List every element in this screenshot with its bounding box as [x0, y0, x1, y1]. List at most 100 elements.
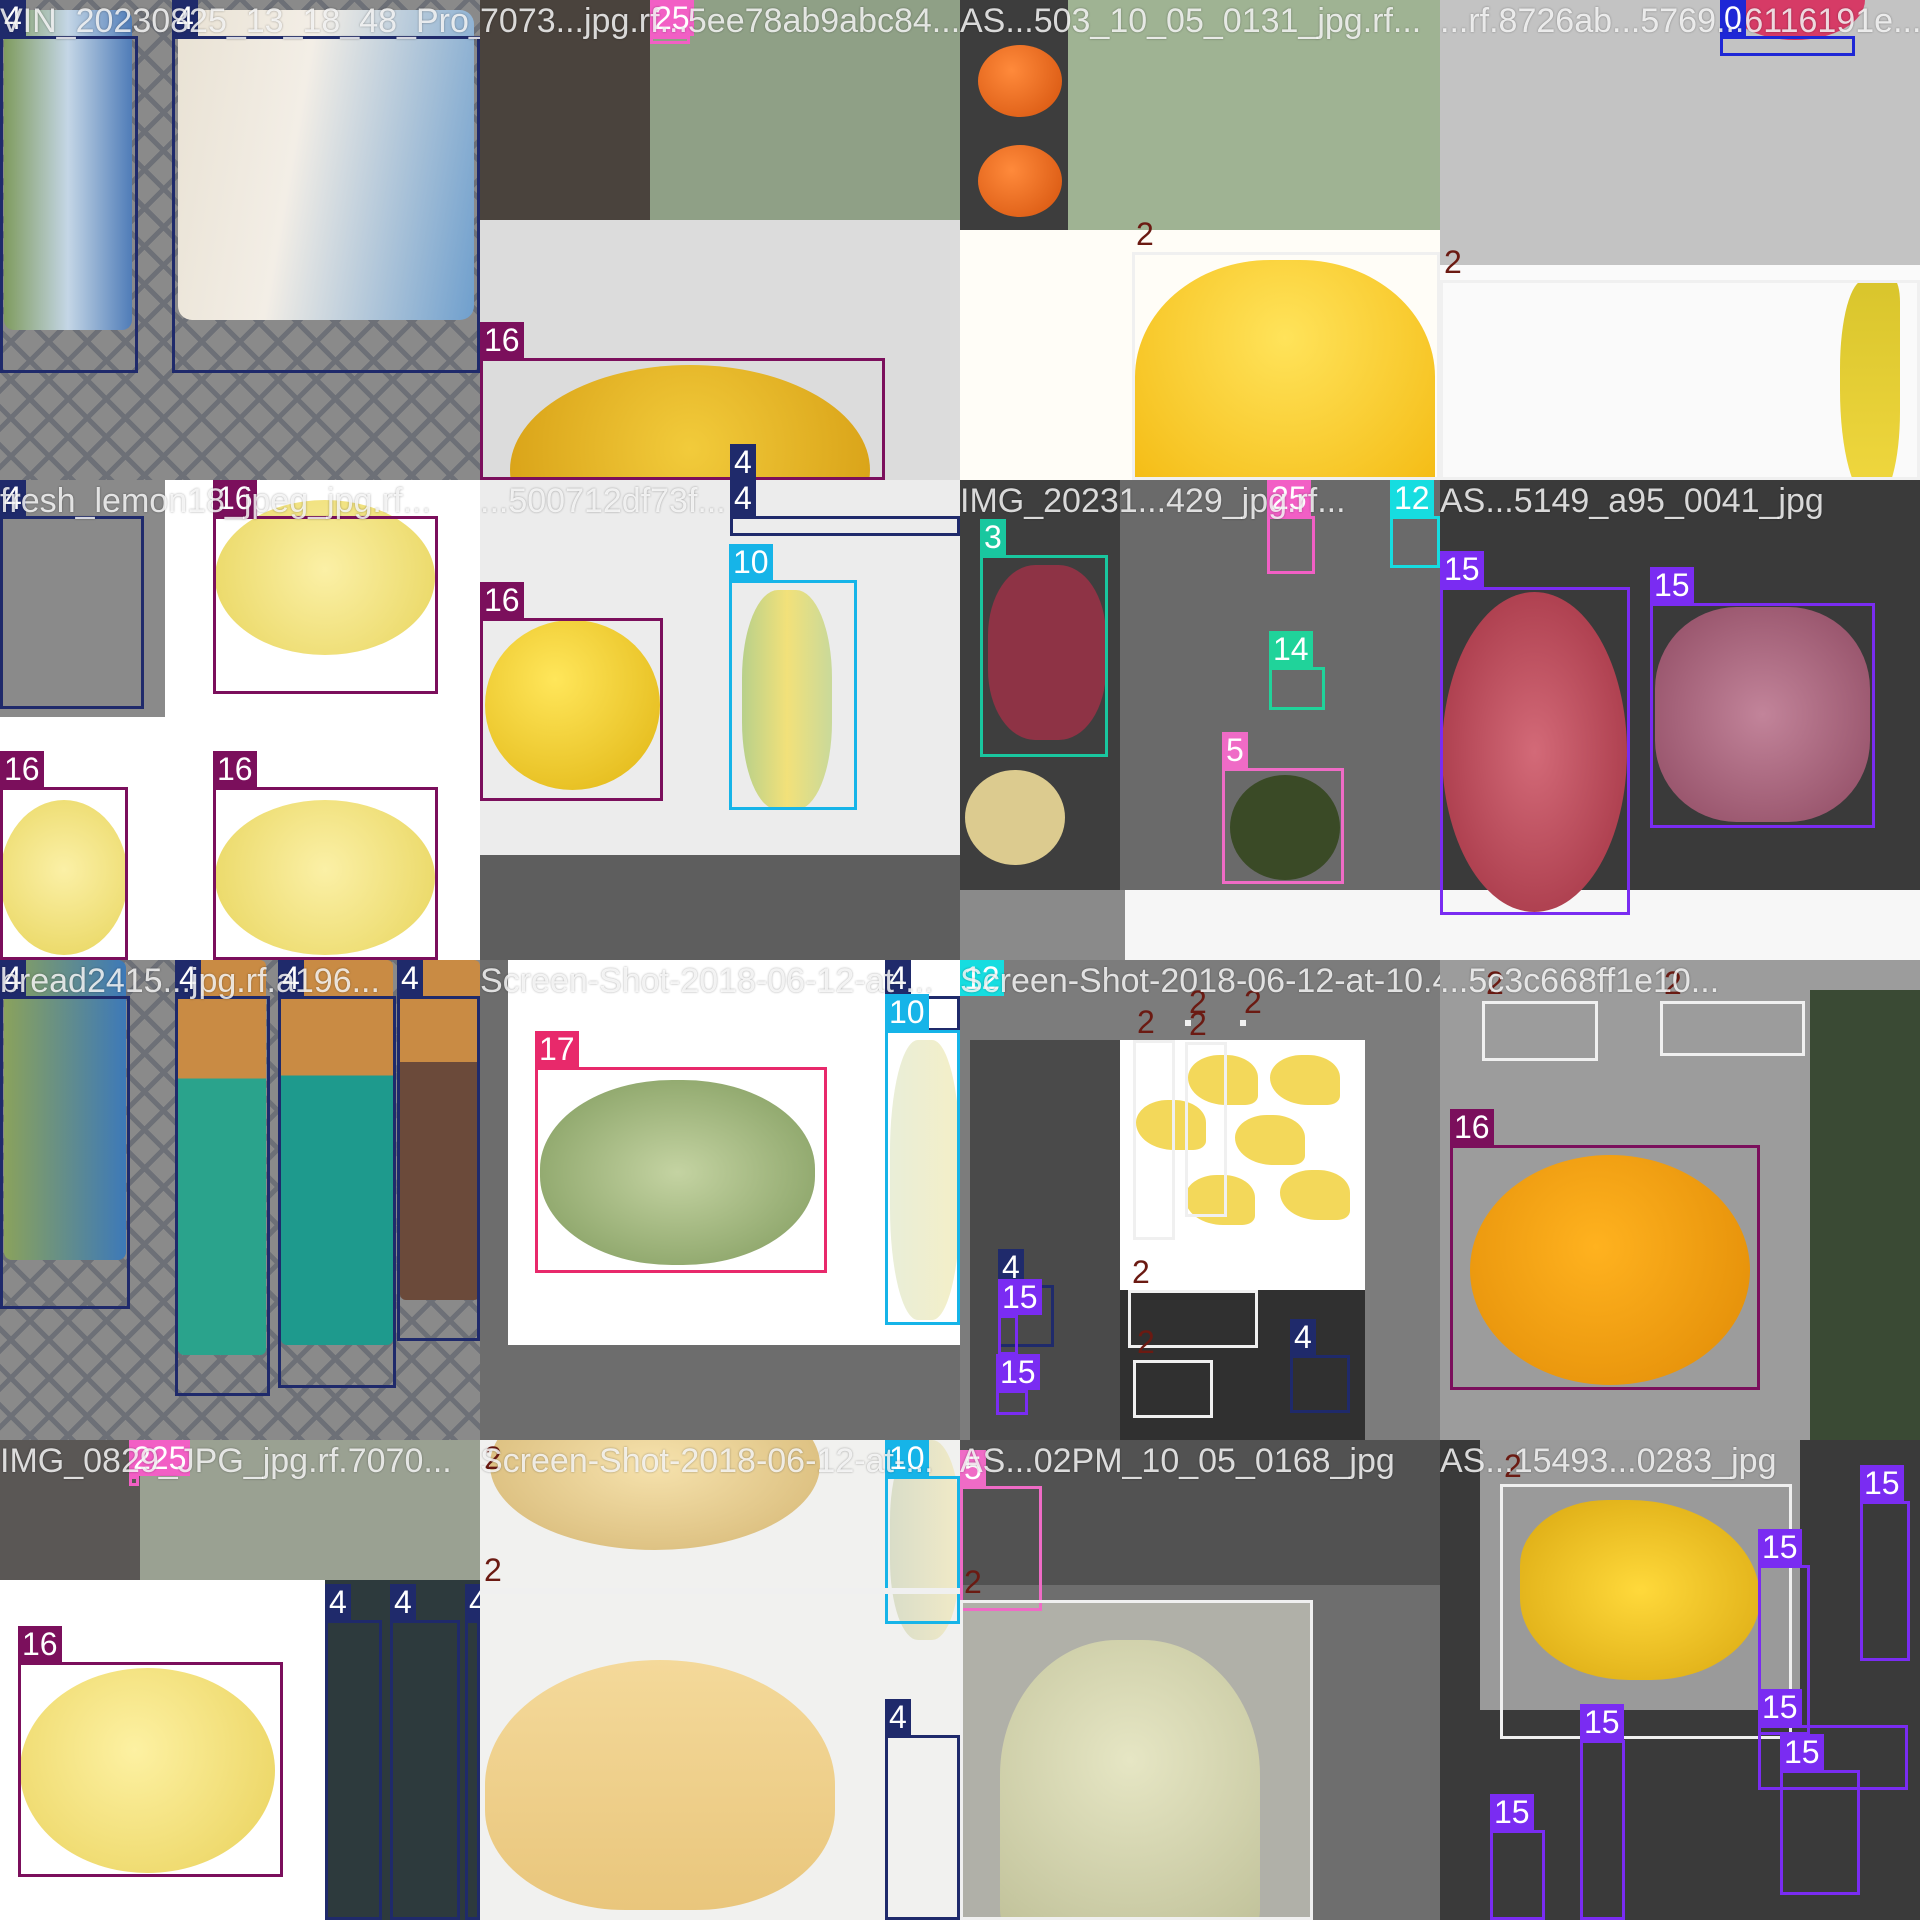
photo-region: [970, 1040, 1120, 1440]
class-label: 16: [18, 1626, 62, 1662]
mosaic-tile-2: 7073...jpg.rf...5ee78ab9abc84... 25 16 4: [480, 0, 960, 480]
orange: [978, 145, 1062, 217]
bounding-box: 15: [1780, 1734, 1860, 1895]
bounding-box: 16: [213, 751, 438, 960]
bounding-box: 3: [980, 519, 1108, 757]
class-label: 4: [465, 1584, 480, 1620]
bounding-box: 4: [0, 0, 138, 373]
mosaic-tile-12: ...5c3c668ff1e10... 2 2 16: [1440, 960, 1920, 1440]
bounding-box: 16: [480, 322, 885, 480]
mosaic-tile-8: AS...5149_a95_0041_jpg 15 15: [1440, 480, 1920, 960]
bounding-box: 2: [1660, 965, 1805, 1056]
image-filename: AS...503_10_05_0131_jpg.rf...: [960, 2, 1422, 40]
bounding-box: 4: [0, 480, 144, 709]
bounding-box: 14: [1269, 631, 1325, 710]
class-label: 15: [1650, 567, 1694, 603]
mosaic-tile-5: fresh_lemon18_jpeg_jpg.rf... 4 16 16 16: [0, 480, 480, 960]
bounding-box: 17: [535, 1031, 827, 1273]
class-label: 5: [1222, 732, 1248, 768]
class-label: 15: [1490, 1794, 1534, 1830]
class-label: 15: [996, 1354, 1040, 1390]
class-label: 15: [1860, 1465, 1904, 1501]
image-filename: Screen-Shot-2018-06-12-at-...: [480, 962, 934, 1000]
bounding-box: 4: [885, 1699, 960, 1920]
class-label: 4: [885, 1699, 911, 1735]
mosaic-tile-1: VIN_20230825_13_18_48_Pro_jpg.rf...44: [0, 0, 480, 480]
bounding-box: 16: [213, 480, 438, 694]
image-filename: ...rf.8726ab...5769...6116191e...: [1440, 2, 1920, 40]
class-label: 2: [1132, 1254, 1150, 1290]
class-label: 16: [0, 751, 44, 787]
mosaic-tile-3: AS...503_10_05_0131_jpg.rf... 2: [960, 0, 1440, 480]
bounding-box: 2: [1185, 1006, 1227, 1217]
image-filename: AS...15493...0283_jpg: [1440, 1442, 1777, 1480]
image-filename: fresh_lemon18_jpeg_jpg.rf...: [0, 482, 431, 520]
class-label: 15: [1440, 551, 1484, 587]
class-label: 2: [1137, 1324, 1155, 1360]
bounding-box: 15: [1490, 1794, 1545, 1920]
bounding-box: 4: [0, 960, 130, 1309]
mosaic-tile-15: AS...02PM_10_05_0168_jpg 5 2: [960, 1440, 1440, 1920]
class-label: 15: [1758, 1529, 1802, 1565]
bounding-box: 2: [480, 1552, 960, 1594]
bounding-box: 10: [885, 1440, 960, 1624]
photo-region: [1125, 890, 1440, 960]
bounding-box: 4: [175, 960, 270, 1396]
bounding-box: 2: [1240, 984, 1262, 1026]
image-filename: IMG_0829_JPG_jpg.rf.7070...: [0, 1442, 452, 1480]
class-label: 15: [1780, 1734, 1824, 1770]
class-label: 4: [397, 960, 423, 996]
class-label: 16: [213, 751, 257, 787]
bounding-box: 4: [1290, 1319, 1350, 1413]
image-filename: 7073...jpg.rf...5ee78ab9abc84...: [480, 2, 960, 40]
bounding-box: 15: [1440, 551, 1630, 915]
class-label: 2: [1189, 1006, 1207, 1042]
bounding-box: 2: [1133, 1324, 1213, 1418]
class-label: 2: [1136, 216, 1154, 252]
bounding-box: 2: [1133, 1004, 1175, 1240]
class-label: 17: [535, 1031, 579, 1067]
class-label: 2: [484, 1552, 502, 1588]
mosaic-tile-4: ...rf.8726ab...5769...6116191e... 0 2: [1440, 0, 1920, 480]
mosaic-tile-16: AS...15493...0283_jpg 2 15 15 15 15 15 15: [1440, 1440, 1920, 1920]
training-batch-mosaic: VIN_20230825_13_18_48_Pro_jpg.rf...44707…: [0, 0, 1920, 1920]
mosaic-tile-13: IMG_0829_JPG_jpg.rf.7070... 225 16 4 4 4: [0, 1440, 480, 1920]
photo-region: [1810, 990, 1920, 1440]
bounding-box: 10: [885, 994, 960, 1325]
bounding-box: 4: [325, 1584, 382, 1920]
bounding-box: 4: [278, 960, 396, 1388]
class-label: 14: [1269, 631, 1313, 667]
class-label: 2: [1444, 244, 1462, 280]
image-filename: AS...02PM_10_05_0168_jpg: [960, 1442, 1395, 1480]
bounding-box: 2: [1132, 216, 1440, 480]
bounding-box: 15: [998, 1279, 1042, 1355]
bounding-box: 4: [172, 0, 480, 373]
class-label: 4: [325, 1584, 351, 1620]
class-label: 2: [1137, 1004, 1155, 1040]
class-label: 15: [1758, 1689, 1802, 1725]
image-filename: Screen-Shot-2018-06-12-at-...: [480, 1442, 934, 1480]
class-label: 16: [1450, 1109, 1494, 1145]
mosaic-tile-14: Screen-Shot-2018-06-12-at-... 2 10 2 4: [480, 1440, 960, 1920]
mosaic-tile-9: bread2415...jpg.rf.a196...44442: [0, 960, 480, 1440]
bounding-box: 2: [960, 1564, 1313, 1920]
banana: [485, 1660, 835, 1910]
class-label: 16: [480, 582, 524, 618]
bounding-box: 2: [1500, 1448, 1792, 1739]
mosaic-tile-10: Screen-Shot-2018-06-12-at-... 4 17 10: [480, 960, 960, 1440]
image-filename: IMG_20231...429_jpg.rf...: [960, 482, 1346, 520]
image-filename: AS...5149_a95_0041_jpg: [1440, 482, 1824, 520]
bounding-box: 5: [1222, 732, 1344, 884]
potato: [965, 770, 1065, 865]
photo-region: [960, 890, 1125, 960]
class-label: 4: [730, 480, 756, 516]
bounding-box: 25: [1267, 480, 1315, 574]
bounding-box: 2: [1482, 965, 1598, 1061]
class-label: 16: [480, 322, 524, 358]
bounding-box: 10: [729, 544, 857, 810]
class-label: 2: [964, 1564, 982, 1600]
class-label: 12: [1390, 480, 1434, 516]
class-label: 4: [1290, 1319, 1316, 1355]
bounding-box: 4: [390, 1584, 460, 1920]
class-label: 4: [730, 444, 756, 480]
